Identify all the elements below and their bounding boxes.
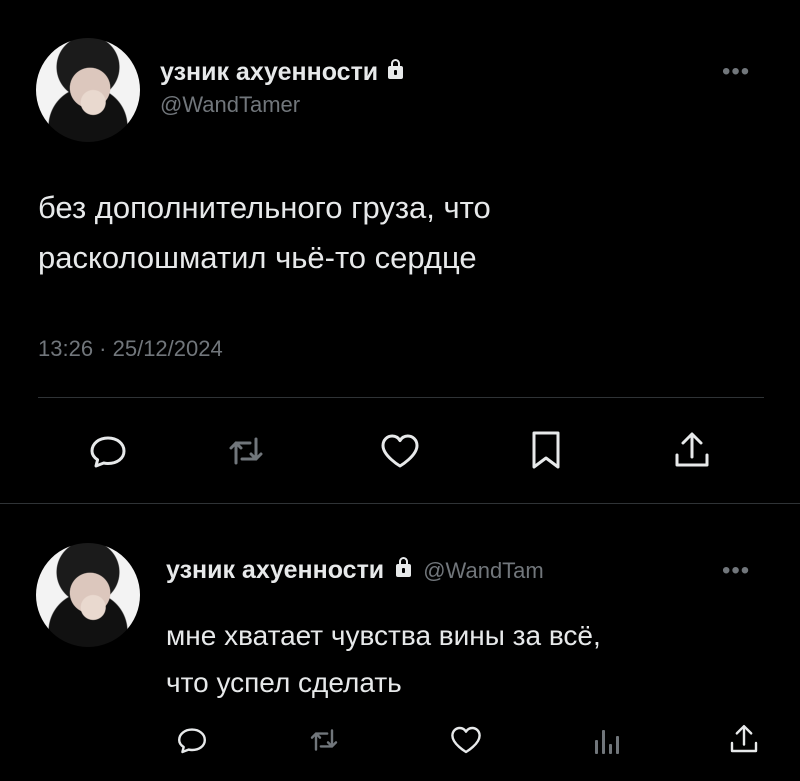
more-options-icon[interactable]: ••• [722, 557, 750, 585]
tweet-text-line: без дополнительного груза, что [38, 190, 491, 225]
avatar[interactable] [36, 38, 140, 142]
divider [38, 397, 764, 398]
lock-icon [396, 557, 412, 577]
tweet-text: мне хватает чувства вины за всё, что усп… [166, 612, 601, 706]
views-icon[interactable] [592, 724, 622, 756]
tweet-text: без дополнительного груза, что расколошм… [38, 183, 491, 283]
share-icon[interactable] [672, 429, 712, 471]
reply-icon[interactable] [176, 724, 208, 756]
retweet-icon[interactable] [226, 431, 266, 471]
timestamp[interactable]: 13:26 · 25/12/2024 [38, 336, 223, 362]
author-name[interactable]: узник ахуенности [166, 556, 384, 585]
avatar[interactable] [36, 543, 140, 647]
author-name[interactable]: узник ахуенности [160, 58, 378, 87]
tweet-text-line: мне хватает чувства вины за всё, [166, 620, 601, 651]
like-icon[interactable] [448, 724, 484, 756]
author-row: узник ахуенности [160, 58, 404, 87]
author-handle[interactable]: @WandTam [423, 558, 544, 584]
divider [0, 503, 800, 504]
lock-icon [388, 59, 404, 79]
reply-icon[interactable] [88, 431, 128, 471]
share-icon[interactable] [728, 722, 760, 756]
tweet-text-line: расколошматил чьё-то сердце [38, 240, 477, 275]
more-options-icon[interactable]: ••• [722, 58, 750, 86]
bookmark-icon[interactable] [528, 429, 564, 471]
like-icon[interactable] [378, 431, 422, 471]
author-handle[interactable]: @WandTamer [160, 92, 300, 118]
retweet-icon[interactable] [307, 724, 341, 756]
tweet-text-line: что успел сделать [166, 667, 402, 698]
author-row: узник ахуенности @WandTam [166, 556, 544, 585]
